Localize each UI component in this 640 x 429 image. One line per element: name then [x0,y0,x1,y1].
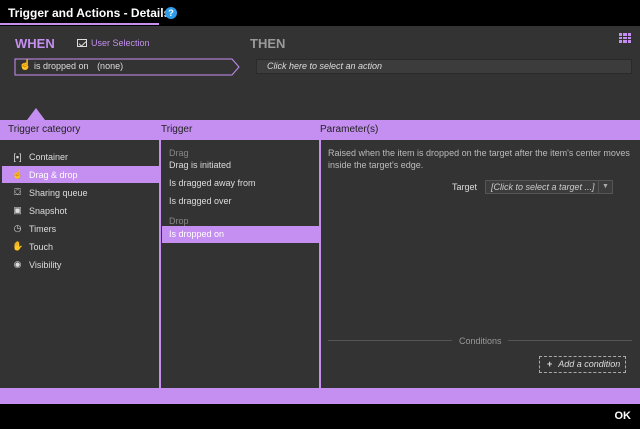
category-touch[interactable]: ✋ Touch [2,238,159,255]
trigger-selector[interactable]: ☝ is dropped on (none) [14,58,240,76]
section-pointer [27,108,45,120]
category-snapshot[interactable]: ▣ Snapshot [2,202,159,219]
category-label: Touch [29,241,54,252]
footer: OK [0,404,640,429]
add-condition-button[interactable]: + Add a condition [539,356,626,373]
user-selection-toggle[interactable]: User Selection [77,38,150,48]
checkbox-icon [77,39,87,47]
trigger-item[interactable]: Is dragged away from [162,175,320,192]
trigger-text: is dropped on [34,61,89,71]
trigger-description: Raised when the item is dropped on the t… [328,148,630,170]
drag-drop-icon: ☝ [12,169,24,179]
hand-icon: ☝ [19,60,32,71]
category-visibility[interactable]: ◉ Visibility [2,256,159,273]
help-icon[interactable]: ? [165,7,177,19]
trigger-summary: is dropped on (none) [34,61,123,71]
timer-icon: ◷ [13,223,22,233]
ok-button[interactable]: OK [615,410,632,422]
plus-icon: + [547,359,553,369]
column-header-bar: Trigger category Trigger Parameter(s) [0,120,640,140]
header-trigger-category: Trigger category [8,124,81,135]
eye-icon: ◉ [13,259,22,269]
divider [328,340,452,341]
when-then-section: WHEN User Selection THEN ☝ is dropped on… [0,26,640,120]
trigger-item[interactable]: Is dragged over [162,193,320,210]
then-heading: THEN [250,36,286,51]
category-label: Container [29,151,69,162]
conditions-label: Conditions [459,336,502,346]
parameters-panel [321,140,640,388]
category-drag-drop[interactable]: ☝ Drag & drop [2,166,159,183]
header-trigger: Trigger [161,124,193,135]
snapshot-icon: ▣ [13,205,22,215]
when-heading: WHEN [15,36,55,51]
action-notch [252,59,257,74]
category-label: Visibility [29,259,62,270]
category-container[interactable]: [▪] Container [2,148,159,165]
category-label: Timers [29,223,57,234]
trigger-item-selected[interactable]: Is dropped on [162,226,320,243]
user-selection-label: User Selection [91,38,150,48]
category-timers[interactable]: ◷ Timers [2,220,159,237]
trigger-item[interactable]: Drag is initiated [162,157,320,174]
group-label-drop: Drop [169,216,189,226]
window-title: Trigger and Actions - Details [8,6,171,20]
touch-icon: ✋ [12,241,24,251]
divider [508,340,632,341]
trigger-value: (none) [97,61,124,71]
bottom-accent-bar [0,388,640,404]
header-parameters: Parameter(s) [320,124,379,135]
action-selector[interactable]: Click here to select an action [256,59,632,74]
grid-view-icon[interactable] [619,33,631,43]
add-condition-label: Add a condition [558,359,621,369]
category-label: Drag & drop [29,169,78,180]
title-underline [0,23,159,25]
target-selector[interactable]: [Click to select a target ...] ▼ [485,180,613,194]
category-label: Snapshot [29,205,68,216]
target-placeholder: [Click to select a target ...] [491,182,595,192]
sharing-queue-icon: ⛋ [14,187,21,197]
target-label: Target [452,182,478,192]
chevron-down-icon[interactable]: ▼ [598,181,612,193]
container-icon: [▪] [13,151,22,162]
category-sharing-queue[interactable]: ⛋ Sharing queue [2,184,159,201]
category-label: Sharing queue [29,187,88,198]
title-bar: Trigger and Actions - Details ? [0,0,640,26]
